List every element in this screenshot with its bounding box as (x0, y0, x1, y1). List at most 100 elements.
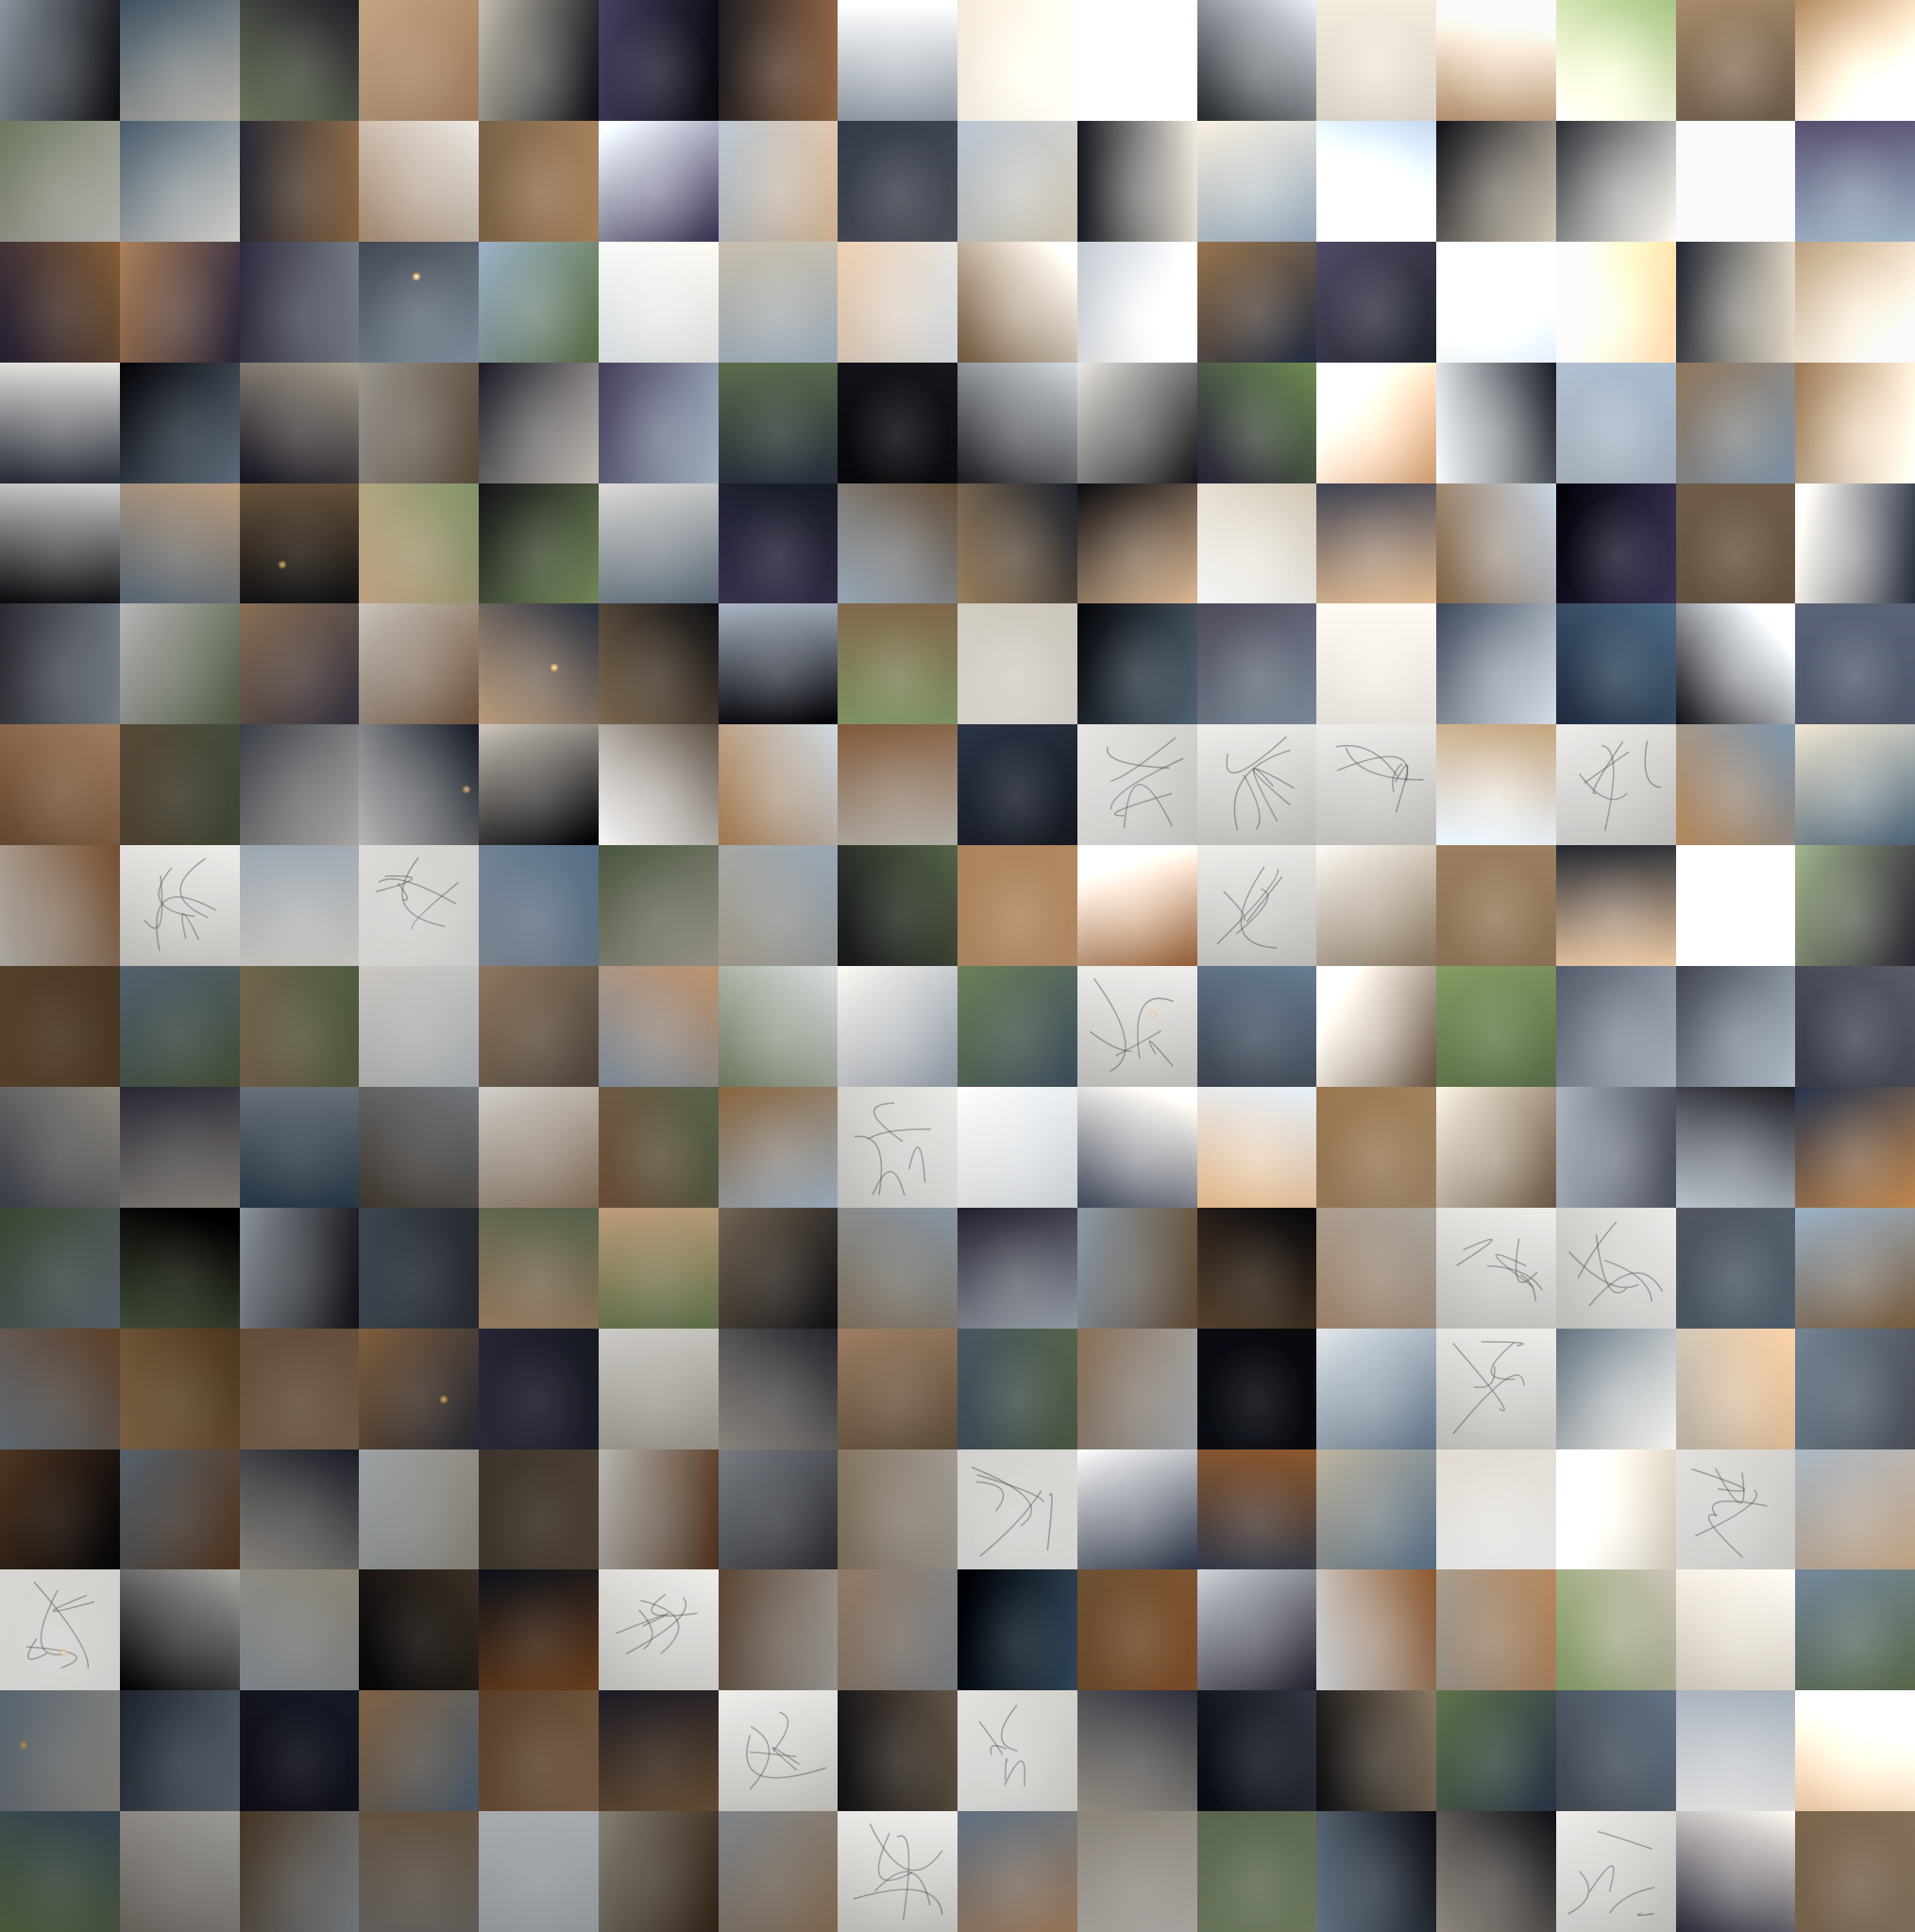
sketch-strokes-icon (144, 857, 216, 952)
mosaic-tile (718, 724, 839, 846)
mosaic-tile (0, 724, 120, 846)
mosaic-tile (1076, 1328, 1197, 1449)
mosaic-tile (479, 362, 599, 483)
mosaic-tile (1436, 1328, 1556, 1449)
mosaic-tile (1316, 1086, 1436, 1208)
mosaic-tile (838, 120, 958, 242)
mosaic-tile (1675, 1086, 1796, 1208)
mosaic-tile (718, 1811, 839, 1932)
mosaic-tile (239, 845, 360, 966)
mosaic-tile (119, 603, 240, 725)
mosaic-tile (718, 1690, 839, 1812)
mosaic-tile (0, 966, 120, 1087)
mosaic-tile (1196, 724, 1317, 846)
mosaic-tile (479, 1569, 599, 1691)
mosaic-tile (598, 1207, 719, 1329)
mosaic-tile (359, 483, 479, 604)
mosaic-tile (1795, 966, 1915, 1087)
mosaic-tile (359, 1207, 479, 1329)
mosaic-tile (239, 1569, 360, 1691)
mosaic-tile (239, 1207, 360, 1329)
mosaic-tile (1795, 362, 1915, 483)
mosaic-tile (1436, 120, 1556, 242)
mosaic-tile (1675, 120, 1796, 242)
mosaic-tile (718, 362, 839, 483)
mosaic-tile (119, 483, 240, 604)
sketch-strokes-icon (1578, 740, 1661, 832)
mosaic-tile (1316, 966, 1436, 1087)
mosaic-tile (718, 1086, 839, 1208)
mosaic-tile (1076, 483, 1197, 604)
mosaic-tile (1795, 1569, 1915, 1691)
mosaic-tile (1436, 724, 1556, 846)
mosaic-tile (1675, 362, 1796, 483)
mosaic-tile (1795, 120, 1915, 242)
mosaic-tile (119, 1328, 240, 1449)
mosaic-tile (0, 845, 120, 966)
mosaic-tile (1196, 966, 1317, 1087)
mosaic-tile (1436, 1086, 1556, 1208)
mosaic-tile (1316, 845, 1436, 966)
mosaic-tile (359, 724, 479, 846)
mosaic-tile (1675, 0, 1796, 121)
mosaic-tile (239, 1086, 360, 1208)
mosaic-tile (359, 362, 479, 483)
mosaic-tile (1196, 241, 1317, 363)
mosaic-tile (239, 241, 360, 363)
mosaic-tile (598, 1086, 719, 1208)
mosaic-tile (359, 603, 479, 725)
sketch-strokes-icon (855, 1102, 932, 1196)
mosaic-tile (479, 1449, 599, 1570)
mosaic-tile (119, 1086, 240, 1208)
mosaic-tile (1675, 1449, 1796, 1570)
mosaic-tile (958, 120, 1077, 242)
mosaic-tile (1076, 1569, 1197, 1691)
mosaic-tile (119, 362, 240, 483)
mosaic-tile (239, 1328, 360, 1449)
mosaic-tile (1076, 241, 1197, 363)
mosaic-tile (1196, 0, 1317, 121)
mosaic-tile (718, 1449, 839, 1570)
mosaic-tile (1316, 1207, 1436, 1329)
mosaic-tile (1436, 1207, 1556, 1329)
mosaic-tile (1555, 1569, 1676, 1691)
mosaic-tile (958, 483, 1077, 604)
mosaic-tile (718, 603, 839, 725)
mosaic-tile (1675, 1569, 1796, 1691)
mosaic-tile (1555, 603, 1676, 725)
mosaic-tile (359, 1811, 479, 1932)
sketch-strokes-icon (1690, 1467, 1768, 1558)
mosaic-tile (958, 362, 1077, 483)
mosaic-tile (119, 1690, 240, 1812)
mosaic-tile (119, 241, 240, 363)
mosaic-tile (1675, 966, 1796, 1087)
sketch-strokes-icon (978, 1704, 1025, 1787)
mosaic-tile (1076, 120, 1197, 242)
mosaic-tile (1795, 724, 1915, 846)
mosaic-tile (718, 966, 839, 1087)
mosaic-tile (359, 1086, 479, 1208)
mosaic-tile (598, 1328, 719, 1449)
mosaic-tile (359, 120, 479, 242)
mosaic-tile (598, 966, 719, 1087)
mosaic-tile (718, 241, 839, 363)
mosaic-tile (1436, 483, 1556, 604)
mosaic-tile (359, 845, 479, 966)
mosaic-tile (1076, 1690, 1197, 1812)
mosaic-tile (119, 1811, 240, 1932)
mosaic-tile (838, 1449, 958, 1570)
mosaic-tile (1555, 724, 1676, 846)
mosaic-tile (479, 0, 599, 121)
mosaic-tile (1555, 966, 1676, 1087)
mosaic-tile (1316, 1690, 1436, 1812)
mosaic-tile (1316, 1328, 1436, 1449)
mosaic-tile (838, 1569, 958, 1691)
mosaic-tile (239, 1690, 360, 1812)
mosaic-tile (1196, 120, 1317, 242)
mosaic-tile (718, 1207, 839, 1329)
mosaic-tile (1316, 724, 1436, 846)
mosaic-tile (1316, 120, 1436, 242)
mosaic-tile (838, 1811, 958, 1932)
mosaic-tile (1436, 1449, 1556, 1570)
mosaic-tile (958, 241, 1077, 363)
